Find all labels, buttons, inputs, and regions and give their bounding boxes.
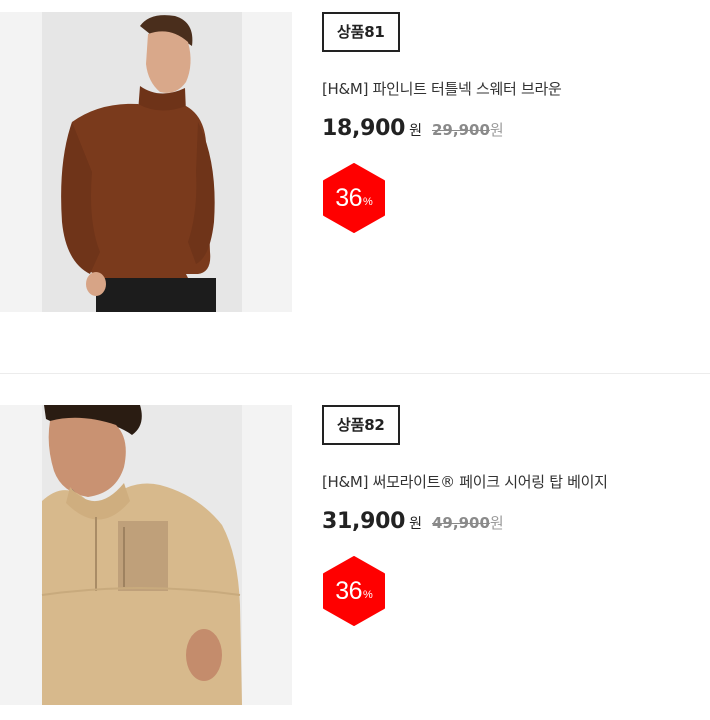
divider (0, 373, 710, 374)
sale-price: 31,900 (322, 509, 406, 534)
original-price-unit: 원 (489, 121, 504, 139)
discount-badge: 36% (322, 556, 386, 626)
turtleneck-sweater-photo (42, 12, 242, 312)
discount-percent: 36 (335, 576, 363, 605)
sale-price-unit: 원 (409, 123, 422, 139)
original-price-value: 49,900 (432, 514, 490, 532)
product-image[interactable] (0, 405, 292, 705)
price-row: 18,900 원 29,900원 (322, 116, 702, 141)
discount-percent: 36 (335, 183, 363, 212)
product-image[interactable] (0, 12, 292, 312)
product-info: 상품82 [H&M] 써모라이트® 페이크 시어링 탑 베이지 31,900 원… (322, 405, 702, 626)
discount-percent-sign: % (363, 196, 373, 208)
product-info: 상품81 [H&M] 파인니트 터틀넥 스웨터 브라운 18,900 원 29,… (322, 12, 702, 233)
discount-badge: 36% (322, 163, 386, 233)
original-price: 29,900원 (432, 119, 504, 140)
price-row: 31,900 원 49,900원 (322, 509, 702, 534)
product-title[interactable]: [H&M] 써모라이트® 페이크 시어링 탑 베이지 (322, 471, 702, 492)
sale-price-unit: 원 (409, 516, 422, 532)
sale-price: 18,900 (322, 116, 406, 141)
original-price-value: 29,900 (432, 121, 490, 139)
product-title[interactable]: [H&M] 파인니트 터틀넥 스웨터 브라운 (322, 78, 702, 99)
product-label: 상품81 (322, 12, 400, 52)
product-card[interactable]: 상품82 [H&M] 써모라이트® 페이크 시어링 탑 베이지 31,900 원… (0, 405, 710, 705)
product-card[interactable]: 상품81 [H&M] 파인니트 터틀넥 스웨터 브라운 18,900 원 29,… (0, 12, 710, 312)
original-price-unit: 원 (489, 514, 504, 532)
product-label: 상품82 (322, 405, 400, 445)
discount-percent-sign: % (363, 589, 373, 601)
original-price: 49,900원 (432, 512, 504, 533)
fleece-pullover-photo (41, 405, 242, 705)
